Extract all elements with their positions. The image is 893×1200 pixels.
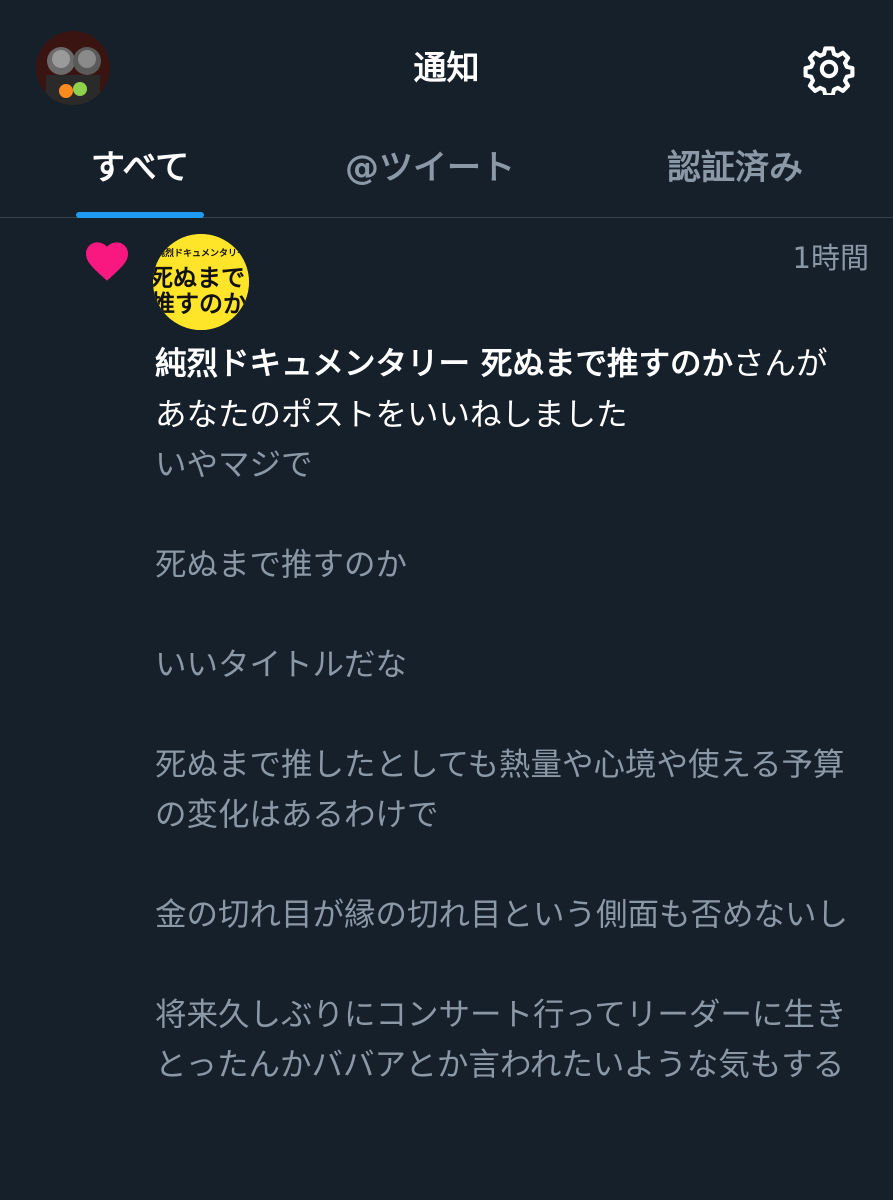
tab-all[interactable]: すべて — [76, 135, 204, 218]
notification-time: 1時間 — [792, 241, 869, 275]
user-avatar-logo[interactable]: 純烈ドキュメンタリー 死ぬまで 推すのか — [153, 234, 249, 330]
notification-action-text: 純烈ドキュメンタリー 死ぬまで推すのかさんがあなたのポストをいいねしました — [155, 339, 855, 441]
tab-verified[interactable]: 認証済み — [650, 135, 820, 217]
tweet-paragraph: 死ぬまで推したとしても熱量や心境や使える予算の変化はあるわけで — [155, 747, 845, 833]
tweet-paragraph: 死ぬまで推すのか — [155, 547, 408, 583]
logo-line2: 推すのか — [153, 290, 247, 318]
tab-verified-label: 認証済み — [667, 148, 803, 188]
tweet-paragraph: 将来久しぶりにコンサート行ってリーダーに生きとったんかババアとか言われたいような… — [155, 997, 847, 1083]
tweet-paragraph: いやマジで — [155, 447, 313, 483]
logo-top-text: 純烈ドキュメンタリー — [156, 247, 246, 259]
gear-icon — [803, 46, 855, 98]
tab-all-label: すべて — [90, 148, 190, 188]
logo-line1: 死ぬまで — [153, 264, 245, 292]
tab-mentions-label: @ツイート — [345, 148, 515, 188]
tweet-paragraph: いいタイトルだな — [155, 647, 408, 683]
heart-icon — [86, 242, 128, 281]
page-title: 通知 — [413, 48, 480, 87]
tab-bar: すべて @ツイート 認証済み — [0, 135, 893, 218]
tweet-paragraph: 金の切れ目が縁の切れ目という側面も否めないし — [155, 897, 849, 933]
top-bar: 通知 — [0, 0, 893, 135]
liked-tweet-text: いやマジで 死ぬまで推すのか いいタイトルだな 死ぬまで推したとしても熱量や心境… — [155, 440, 855, 1140]
tab-mentions[interactable]: @ツイート — [320, 135, 540, 217]
settings-button[interactable] — [803, 43, 855, 98]
liker-name[interactable]: 純烈ドキュメンタリー 死ぬまで推すのか — [155, 346, 733, 382]
logo-image: 純烈ドキュメンタリー 死ぬまで 推すのか — [153, 234, 249, 330]
